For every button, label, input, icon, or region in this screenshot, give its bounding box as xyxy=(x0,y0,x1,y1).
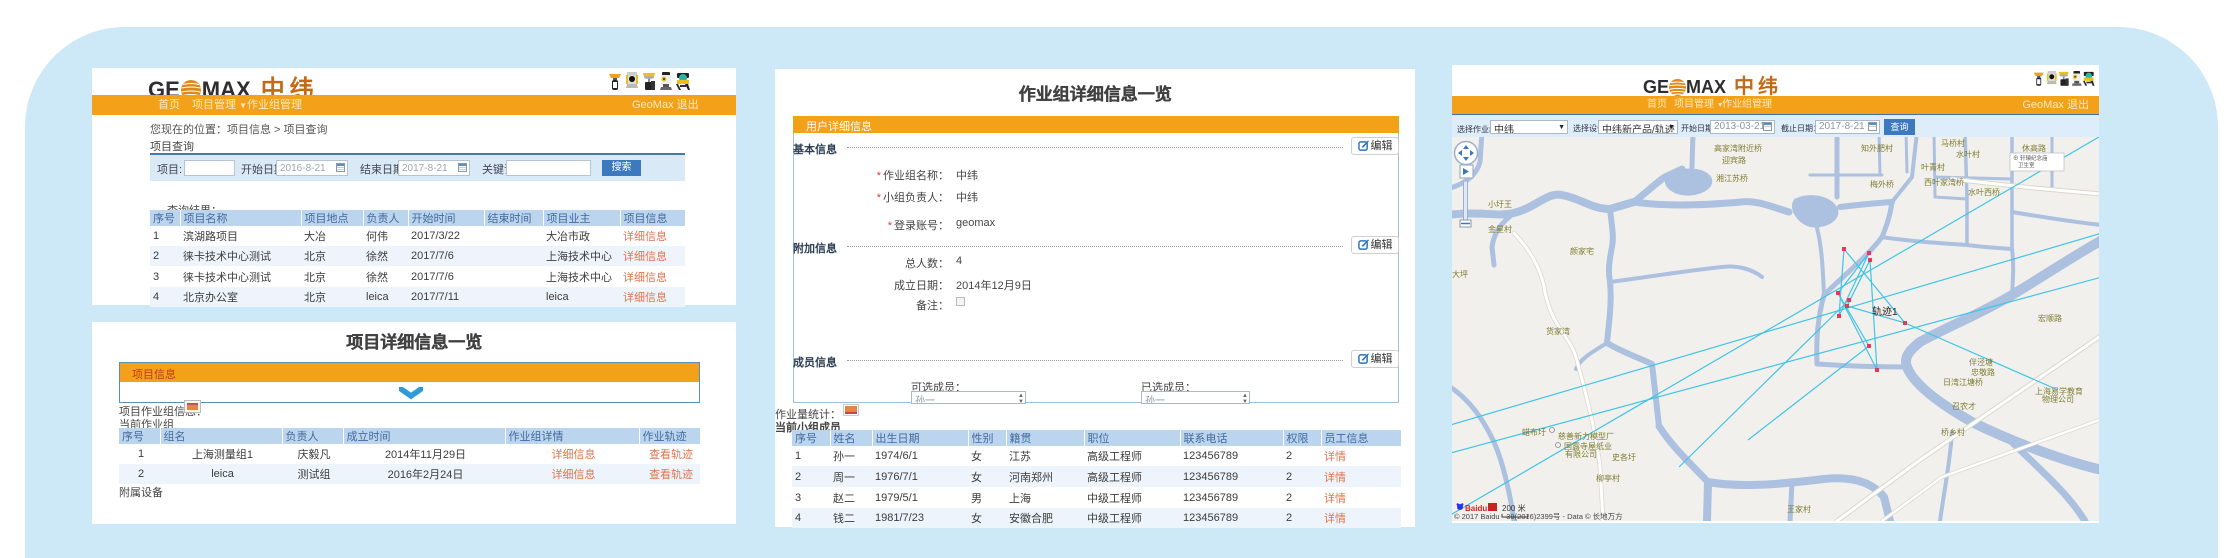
svg-text:颜家宅: 颜家宅 xyxy=(1570,246,1594,256)
svg-text:金星村: 金星村 xyxy=(1488,224,1512,234)
svg-text:湘江苏桥: 湘江苏桥 xyxy=(1716,173,1748,183)
svg-text:宏顺路: 宏顺路 xyxy=(2038,313,2062,323)
svg-text:史各圩: 史各圩 xyxy=(1612,452,1636,462)
svg-text:马桥村: 马桥村 xyxy=(1941,138,1965,148)
svg-text:小圩王: 小圩王 xyxy=(1488,200,1512,209)
svg-text:王家村: 王家村 xyxy=(1787,504,1811,514)
svg-text:柳亭村: 柳亭村 xyxy=(1596,473,1620,483)
svg-text:叶青村: 叶青村 xyxy=(1921,162,1945,172)
svg-text:桥乡村: 桥乡村 xyxy=(1941,427,1965,437)
svg-text:蜡布圩: 蜡布圩 xyxy=(1522,427,1546,437)
svg-text:召农才: 召农才 xyxy=(1952,401,1976,411)
svg-text:水叶村: 水叶村 xyxy=(1956,149,1980,159)
svg-text:水叶西桥: 水叶西桥 xyxy=(1968,187,2000,197)
svg-text:忠敬路: 忠敬路 xyxy=(1971,367,1995,377)
svg-text:伴泾塘: 伴泾塘 xyxy=(1969,357,1993,367)
svg-text:迎宾路: 迎宾路 xyxy=(1722,155,1746,165)
svg-text:大坪: 大坪 xyxy=(1452,269,1468,279)
svg-text:日湾江塘桥: 日湾江塘桥 xyxy=(1943,377,1983,387)
svg-text:西叶家湾桥: 西叶家湾桥 xyxy=(1924,177,1964,187)
svg-text:慈善新力模型厂: 慈善新力模型厂 xyxy=(1558,431,1614,441)
svg-text:梅外桥: 梅外桥 xyxy=(1870,179,1894,189)
svg-text:高家湾附近桥: 高家湾附近桥 xyxy=(1714,143,1762,153)
svg-text:卫生室: 卫生室 xyxy=(2018,161,2035,169)
svg-text:物理公司: 物理公司 xyxy=(2042,394,2074,404)
svg-text:休高路: 休高路 xyxy=(2022,143,2046,153)
svg-text:有限公司: 有限公司 xyxy=(1565,449,1597,459)
svg-text:知外肥村: 知外肥村 xyxy=(1861,143,1893,153)
svg-text:⊕ 轩辕纪念庙: ⊕ 轩辕纪念庙 xyxy=(2013,154,2048,162)
svg-text:© 2017 Baidu - 39(2016)2399号 -: © 2017 Baidu - 39(2016)2399号 - Data © 长地… xyxy=(1454,511,1623,521)
svg-text:货家湾: 货家湾 xyxy=(1546,326,1570,336)
svg-text:轨迹1: 轨迹1 xyxy=(1872,305,1898,318)
